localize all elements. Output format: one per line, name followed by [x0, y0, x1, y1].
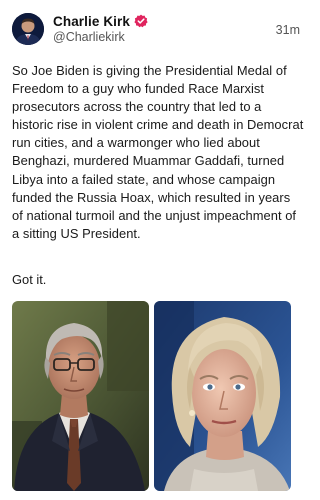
post-header: Charlie Kirk @Charliekirk 31m: [12, 12, 300, 46]
display-name[interactable]: Charlie Kirk: [53, 14, 130, 29]
verified-icon: [134, 14, 148, 28]
photo-older-man-in-suit[interactable]: [12, 301, 149, 491]
name-row: Charlie Kirk: [53, 13, 148, 29]
user-handle[interactable]: @Charliekirk: [53, 30, 125, 44]
media-grid: [12, 301, 298, 491]
avatar-image: [12, 13, 44, 45]
photo-woman-portrait[interactable]: [154, 301, 291, 491]
post-body: So Joe Biden is giving the Presidential …: [12, 63, 304, 241]
post-timestamp[interactable]: 31m: [276, 23, 300, 37]
post-card: Charlie Kirk @Charliekirk 31m So Joe Bid…: [0, 0, 310, 500]
profile-avatar[interactable]: [12, 13, 44, 45]
post-closing-line: Got it.: [12, 272, 47, 287]
